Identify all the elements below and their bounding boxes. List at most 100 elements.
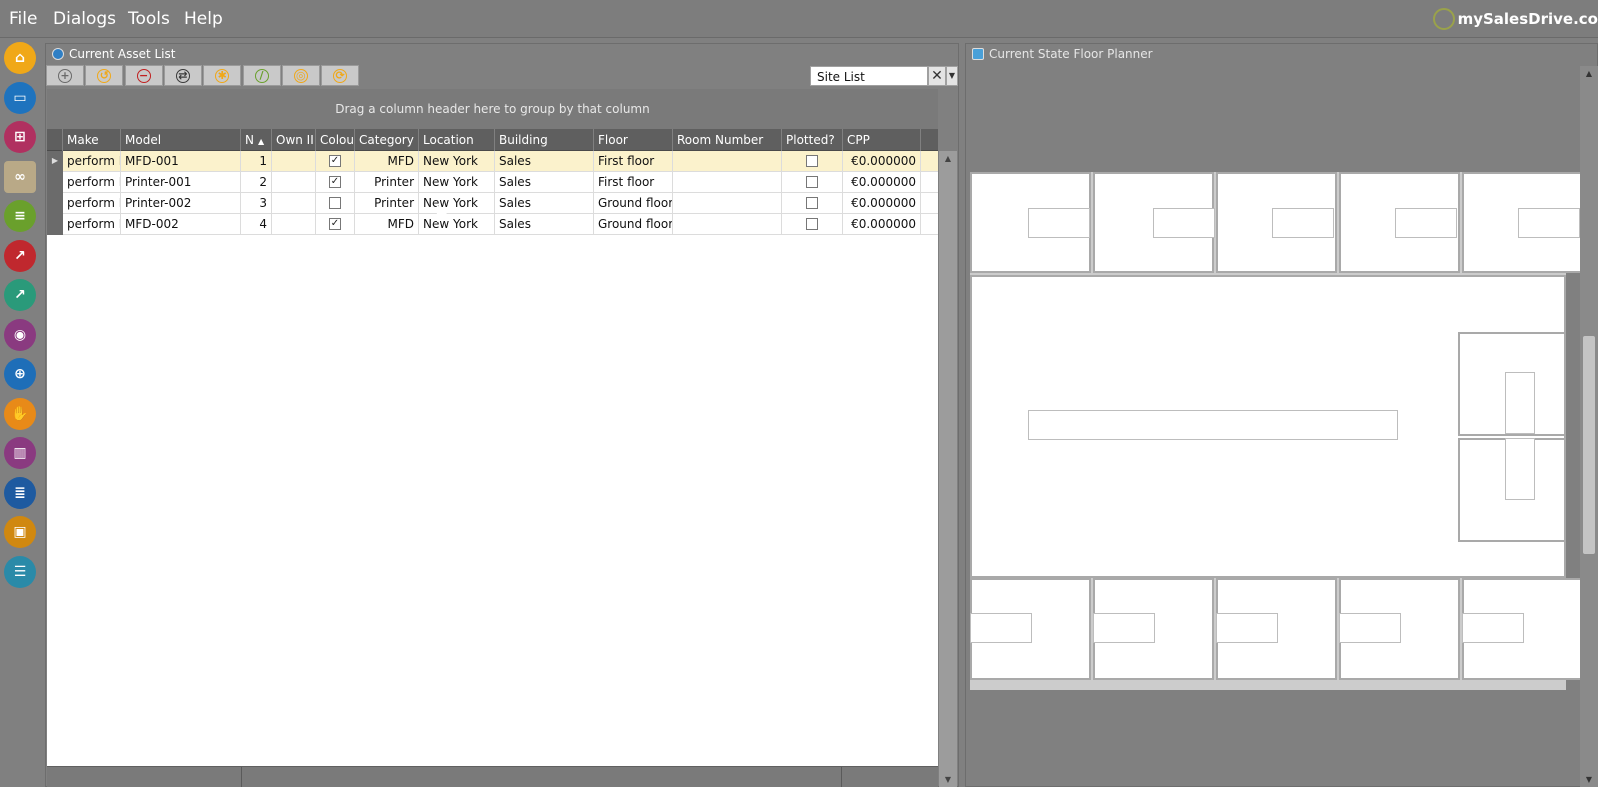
eye-icon[interactable]: ◉ (4, 318, 36, 351)
checkbox-colour[interactable]: ✓ (329, 176, 341, 188)
cell-own[interactable] (272, 193, 316, 214)
cell-n[interactable]: 2 (241, 172, 272, 193)
row-selector[interactable]: ▶ (47, 151, 63, 172)
column-header-plotted[interactable]: Plotted? (782, 129, 843, 151)
row-selector[interactable] (47, 214, 63, 235)
chevron-down-icon[interactable]: ▼ (946, 66, 958, 86)
home-icon[interactable]: ⌂ (4, 42, 36, 74)
cell-location[interactable]: New York (419, 214, 495, 235)
checkbox-colour[interactable] (329, 197, 341, 209)
desk-shape[interactable] (1462, 613, 1524, 643)
building-icon[interactable]: ▥ (4, 437, 36, 469)
column-header-make[interactable]: Make (63, 129, 121, 151)
cell-building[interactable]: Sales (495, 193, 594, 214)
cell-room[interactable] (673, 172, 782, 193)
handshake-icon[interactable]: ✋ (4, 397, 36, 430)
cell-make[interactable]: perform I (63, 193, 121, 214)
column-header-floor[interactable]: Floor (594, 129, 673, 151)
desk-shape[interactable] (1272, 208, 1334, 238)
cell-n[interactable]: 4 (241, 214, 272, 235)
star-button[interactable]: ✱ (203, 65, 242, 86)
cell-building[interactable]: Sales (495, 214, 594, 235)
folder-icon[interactable]: ▭ (4, 81, 36, 114)
cell-model[interactable]: MFD-001 (121, 151, 241, 172)
cell-building[interactable]: Sales (495, 151, 594, 172)
table-row[interactable]: perform I Printer-002 3 Printer New York Sale… (47, 193, 938, 214)
cell-model[interactable]: Printer-001 (121, 172, 241, 193)
desk-shape[interactable] (1028, 208, 1090, 238)
cell-room[interactable] (673, 214, 782, 235)
database-icon[interactable]: ☰ (4, 555, 36, 588)
cell-n[interactable]: 3 (241, 193, 272, 214)
floor-plan-canvas[interactable] (970, 172, 1583, 690)
table-row[interactable]: perform I Printer-001 2 ✓ Printer New York Sal… (47, 172, 938, 193)
scroll-down-icon[interactable]: ▼ (939, 772, 957, 787)
cell-cpp[interactable]: €0.000000 (843, 172, 921, 193)
scroll-down-icon[interactable]: ▼ (1580, 772, 1598, 787)
target-icon[interactable]: ⊕ (4, 358, 36, 390)
row-selector[interactable] (47, 193, 63, 214)
column-header-own[interactable]: Own II (272, 129, 316, 151)
cell-room[interactable] (673, 151, 782, 172)
scroll-up-icon[interactable]: ▲ (1580, 66, 1598, 82)
clear-icon[interactable]: ✕ (928, 66, 946, 86)
area-chart-icon[interactable]: ↗ (4, 239, 36, 272)
column-header-location[interactable]: Location (419, 129, 495, 151)
column-header-building[interactable]: Building (495, 129, 594, 151)
cell-floor[interactable]: First floor (594, 151, 673, 172)
desk-shape[interactable] (1339, 613, 1401, 643)
row-selector[interactable] (47, 172, 63, 193)
checkbox-plotted[interactable] (806, 176, 818, 188)
column-header-room[interactable]: Room Number (673, 129, 782, 151)
briefcase-icon[interactable]: ▣ (4, 516, 36, 548)
site-list-input[interactable]: Site List (810, 66, 928, 86)
cell-floor[interactable]: Ground floor (594, 214, 673, 235)
desk-shape[interactable] (970, 613, 1032, 643)
checkbox-plotted[interactable] (806, 197, 818, 209)
cell-n[interactable]: 1 (241, 151, 272, 172)
cell-make[interactable]: perform I (63, 172, 121, 193)
column-header-n[interactable]: N ▲ (241, 129, 272, 151)
cell-make[interactable]: perform I (63, 214, 121, 235)
cell-floor[interactable]: Ground floor (594, 193, 673, 214)
add-button[interactable]: + (46, 65, 84, 86)
cell-building[interactable]: Sales (495, 172, 594, 193)
scroll-thumb[interactable] (1583, 336, 1595, 554)
cell-own[interactable] (272, 172, 316, 193)
org-chart-icon[interactable]: ⊞ (4, 121, 36, 153)
move-button[interactable]: ⇄ (163, 65, 202, 86)
menu-tools[interactable]: Tools (128, 9, 170, 29)
checkbox-colour[interactable]: ✓ (329, 218, 341, 230)
group-by-hint[interactable]: Drag a column header here to group by th… (47, 89, 938, 129)
cell-category[interactable]: Printer (355, 193, 419, 214)
cell-own[interactable] (272, 151, 316, 172)
ruler-button[interactable]: / (242, 65, 281, 86)
remove-button[interactable]: − (124, 65, 163, 86)
desk-shape[interactable] (1395, 208, 1457, 238)
locate-button[interactable]: ◎ (281, 65, 320, 86)
cell-location[interactable]: New York (419, 193, 495, 214)
scroll-up-icon[interactable]: ▲ (939, 151, 957, 167)
cell-category[interactable]: MFD (355, 214, 419, 235)
cell-category[interactable]: Printer (355, 172, 419, 193)
cell-cpp[interactable]: €0.000000 (843, 193, 921, 214)
column-header-cpp[interactable]: CPP (843, 129, 921, 151)
refresh-button[interactable]: ⟳ (321, 65, 360, 86)
desk-shape[interactable] (1505, 372, 1535, 434)
scroll-icon[interactable]: ≡ (4, 200, 36, 232)
menu-help[interactable]: Help (184, 9, 223, 29)
table-row[interactable]: perform I MFD-002 4 ✓ MFD New York Sales Ground… (47, 214, 938, 235)
cell-model[interactable]: Printer-002 (121, 193, 241, 214)
cell-location[interactable]: New York (419, 172, 495, 193)
trend-chart-icon[interactable]: ↗ (4, 279, 36, 311)
cell-make[interactable]: perform I (63, 151, 121, 172)
desk-shape[interactable] (1153, 208, 1215, 238)
floor-scrollbar[interactable]: ▲ ▼ (1580, 66, 1598, 787)
column-header-colour[interactable]: Colou (316, 129, 355, 151)
undo-button[interactable]: ↺ (85, 65, 124, 86)
grid-scrollbar[interactable]: ▲ ▼ (939, 151, 957, 787)
desk-shape[interactable] (1093, 613, 1155, 643)
table-row[interactable]: ▶ perform I MFD-001 1 ✓ MFD New York Sales First… (47, 151, 938, 172)
checkbox-plotted[interactable] (806, 155, 818, 167)
cell-own[interactable] (272, 214, 316, 235)
